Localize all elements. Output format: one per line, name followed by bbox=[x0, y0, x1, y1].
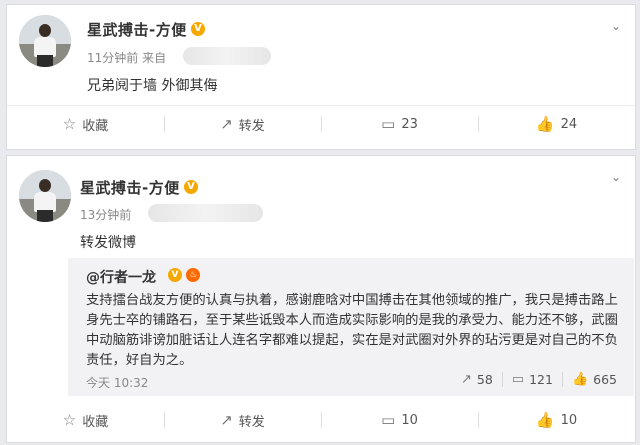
post-text: 转发微博 bbox=[80, 235, 136, 251]
avatar[interactable] bbox=[19, 170, 71, 222]
forward-label: 转发 bbox=[238, 118, 265, 134]
blurred-source bbox=[183, 47, 271, 65]
comment-icon: ▭ bbox=[381, 411, 396, 429]
chevron-down-icon[interactable]: ⌄ bbox=[611, 19, 621, 33]
repost-comment-count: 121 bbox=[529, 372, 553, 387]
star-icon: ☆ bbox=[62, 411, 77, 429]
like-icon: 👍 bbox=[571, 372, 589, 387]
chevron-down-icon[interactable]: ⌄ bbox=[611, 170, 621, 184]
like-icon: 👍 bbox=[535, 411, 555, 429]
repost-box: @行者一龙 V ♨ 支持擂台战友方便的认真与执着，感谢鹿晗对中国搏击在其他领域的… bbox=[68, 258, 634, 396]
weibo-post-2: ⌄ @行者一龙 V ♨ 支持擂台战友方便的认真与执着，感谢鹿晗对中国搏击在其他领… bbox=[6, 155, 636, 443]
like-count: 10 bbox=[560, 412, 578, 428]
favorite-label: 收藏 bbox=[82, 414, 109, 430]
comment-icon: ▭ bbox=[381, 115, 396, 133]
comment-count: 23 bbox=[401, 116, 418, 132]
star-icon: ☆ bbox=[62, 115, 77, 133]
comment-button[interactable]: ▭ 10 bbox=[321, 402, 478, 438]
favorite-button[interactable]: ☆ 收藏 bbox=[7, 106, 164, 142]
forward-button[interactable]: ↗ 转发 bbox=[164, 402, 321, 438]
forward-label: 转发 bbox=[238, 414, 265, 430]
weibo-post-1: 星武搏击-方便 V ⌄ 11分钟前 来自 兄弟阋于墙 外御其侮 ☆ 收藏 ↗ 转… bbox=[6, 4, 636, 150]
like-icon: 👍 bbox=[535, 115, 555, 133]
repost-comment-button[interactable]: ▭ 121 bbox=[501, 372, 562, 387]
repost-forward-count: 58 bbox=[476, 372, 493, 387]
verified-badge-icon: V bbox=[184, 180, 198, 194]
forward-icon: ↗ bbox=[220, 411, 233, 429]
post-time[interactable]: 13分钟前 bbox=[80, 206, 131, 223]
author-name[interactable]: 星武搏击-方便 bbox=[87, 19, 187, 40]
forward-icon: ↗ bbox=[460, 372, 472, 387]
like-count: 24 bbox=[560, 116, 578, 132]
repost-like-count: 665 bbox=[593, 372, 617, 387]
repost-author[interactable]: @行者一龙 bbox=[86, 267, 156, 287]
repost-forward-button[interactable]: ↗ 58 bbox=[452, 372, 502, 387]
repost-body: 支持擂台战友方便的认真与执着，感谢鹿晗对中国搏击在其他领域的推广，我只是搏击路上… bbox=[86, 293, 618, 368]
repost-like-button[interactable]: 👍 665 bbox=[561, 372, 626, 387]
author-name[interactable]: 星武搏击-方便 bbox=[80, 177, 180, 198]
forward-icon: ↗ bbox=[220, 115, 233, 133]
avatar[interactable] bbox=[19, 15, 71, 67]
comment-count: 10 bbox=[401, 412, 418, 428]
post-time[interactable]: 11分钟前 来自 bbox=[87, 49, 166, 66]
repost-badges: V ♨ bbox=[168, 268, 200, 282]
favorite-button[interactable]: ☆ 收藏 bbox=[7, 402, 164, 438]
fire-badge-icon: ♨ bbox=[186, 268, 200, 282]
repost-stats: ↗ 58 ▭ 121 👍 665 bbox=[452, 372, 626, 387]
comment-button[interactable]: ▭ 23 bbox=[321, 106, 478, 142]
verified-badge-icon: V bbox=[191, 22, 205, 36]
comment-icon: ▭ bbox=[511, 372, 525, 387]
like-button[interactable]: 👍 24 bbox=[478, 106, 635, 142]
favorite-label: 收藏 bbox=[82, 118, 109, 134]
action-bar: ☆ 收藏 ↗ 转发 ▭ 10 👍 10 bbox=[7, 402, 635, 438]
forward-button[interactable]: ↗ 转发 bbox=[164, 106, 321, 142]
like-button[interactable]: 👍 10 bbox=[478, 402, 635, 438]
repost-time[interactable]: 今天 10:32 bbox=[86, 374, 148, 391]
action-bar: ☆ 收藏 ↗ 转发 ▭ 23 👍 24 bbox=[7, 106, 635, 142]
post-text: 兄弟阋于墙 外御其侮 bbox=[87, 78, 218, 94]
verified-badge-icon: V bbox=[168, 268, 182, 282]
blurred-source bbox=[148, 204, 263, 222]
